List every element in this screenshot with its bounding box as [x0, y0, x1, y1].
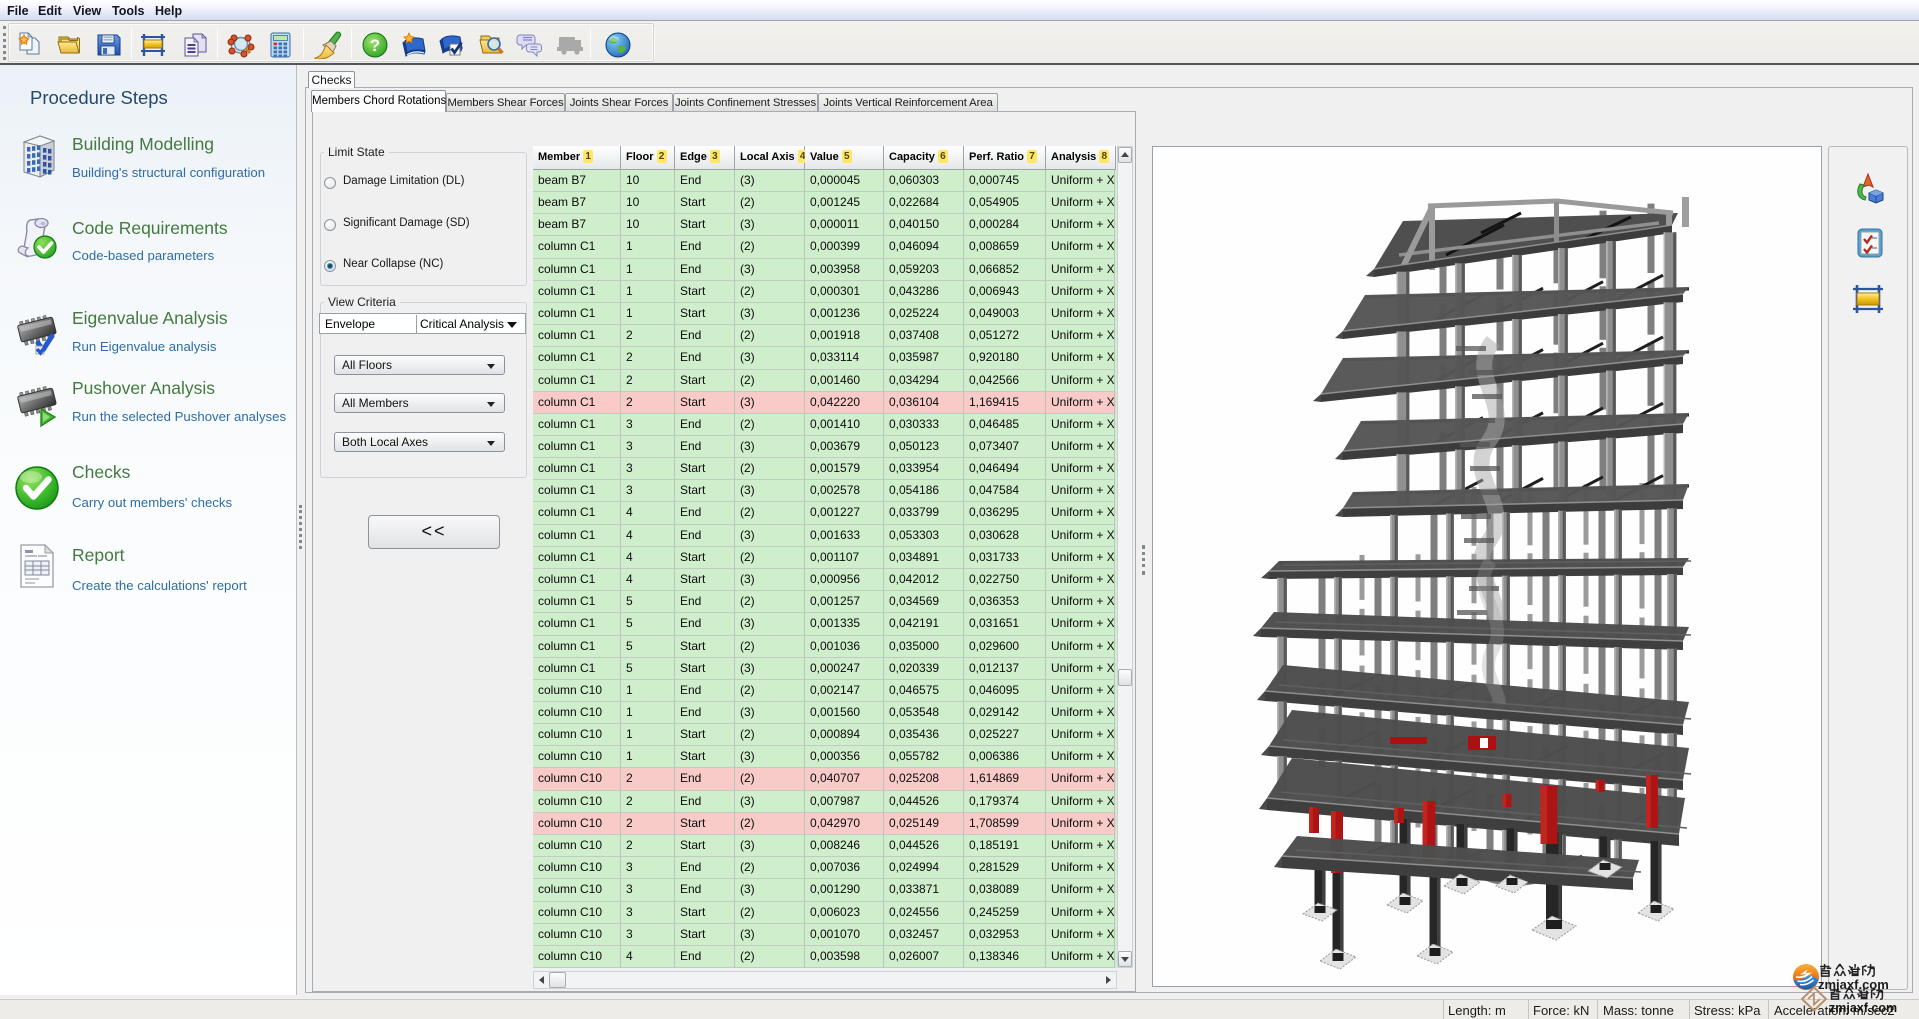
svg-text:?: ?	[370, 36, 380, 55]
svg-text:zmjaxf.com: zmjaxf.com	[1829, 1001, 1897, 1015]
